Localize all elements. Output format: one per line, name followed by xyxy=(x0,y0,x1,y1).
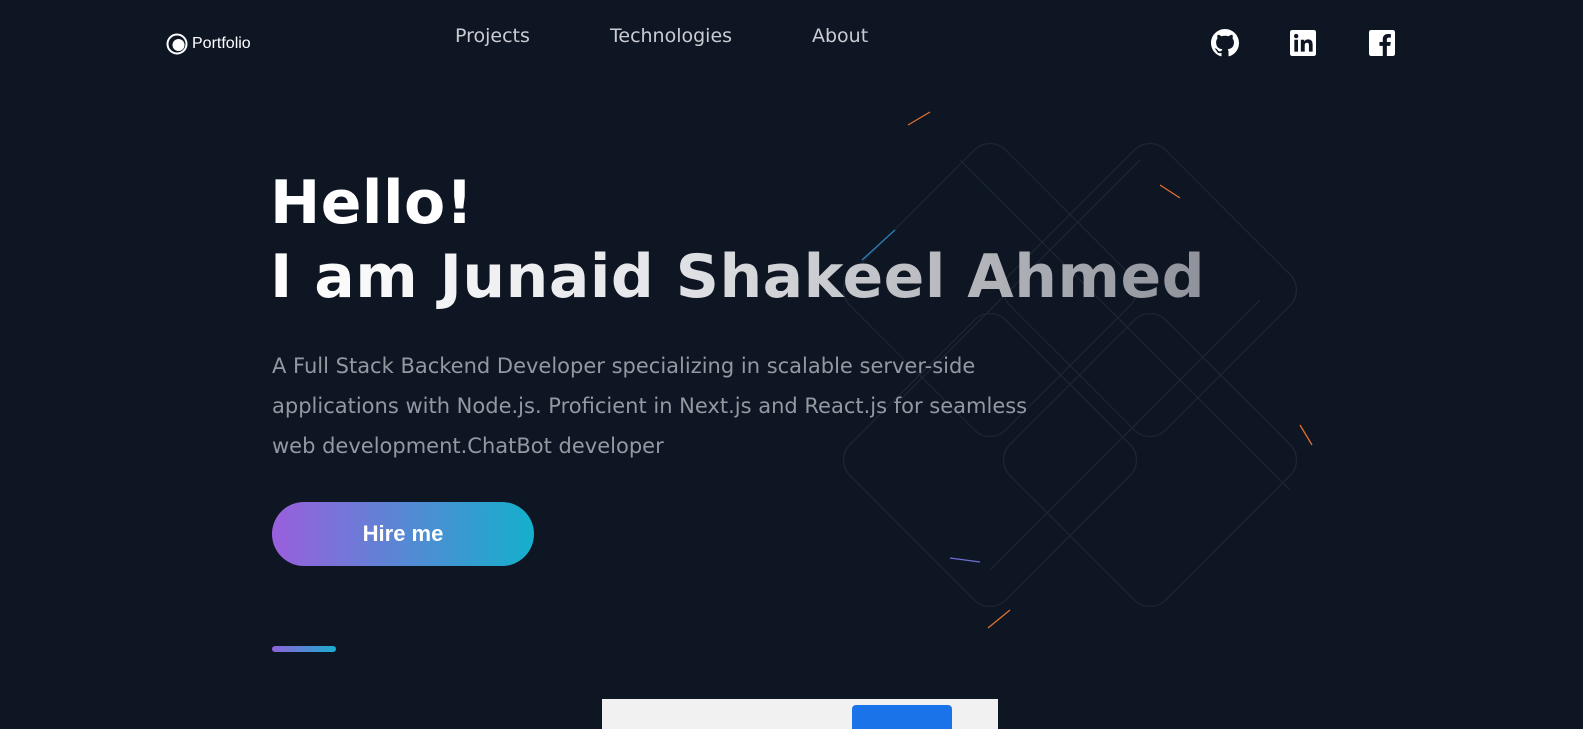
hero-description: A Full Stack Backend Developer specializ… xyxy=(272,354,1028,458)
hire-me-button[interactable]: Hire me xyxy=(272,502,534,566)
hero-greeting: Hello! xyxy=(270,168,474,238)
top-navigation: Portfolio Projects Technologies About xyxy=(0,0,1583,90)
bottom-popup-bar xyxy=(602,699,998,729)
nav-link-about[interactable]: About xyxy=(812,25,868,47)
logo-link[interactable]: Portfolio xyxy=(166,33,251,55)
hero-heading: Hello! I am Junaid Shakeel Ahmed xyxy=(270,166,1205,314)
linkedin-link[interactable] xyxy=(1289,29,1317,57)
popup-action-button[interactable] xyxy=(852,705,952,729)
logo-icon xyxy=(166,33,188,55)
github-link[interactable] xyxy=(1211,29,1239,57)
facebook-icon xyxy=(1369,30,1395,56)
nav-link-projects[interactable]: Projects xyxy=(455,25,530,47)
logo-text: Portfolio xyxy=(192,35,251,52)
accent-divider xyxy=(272,646,336,652)
github-icon xyxy=(1211,29,1239,57)
facebook-link[interactable] xyxy=(1368,29,1396,57)
nav-link-technologies[interactable]: Technologies xyxy=(610,25,732,47)
linkedin-icon xyxy=(1290,30,1316,56)
hero-name: I am Junaid Shakeel Ahmed xyxy=(270,242,1206,312)
